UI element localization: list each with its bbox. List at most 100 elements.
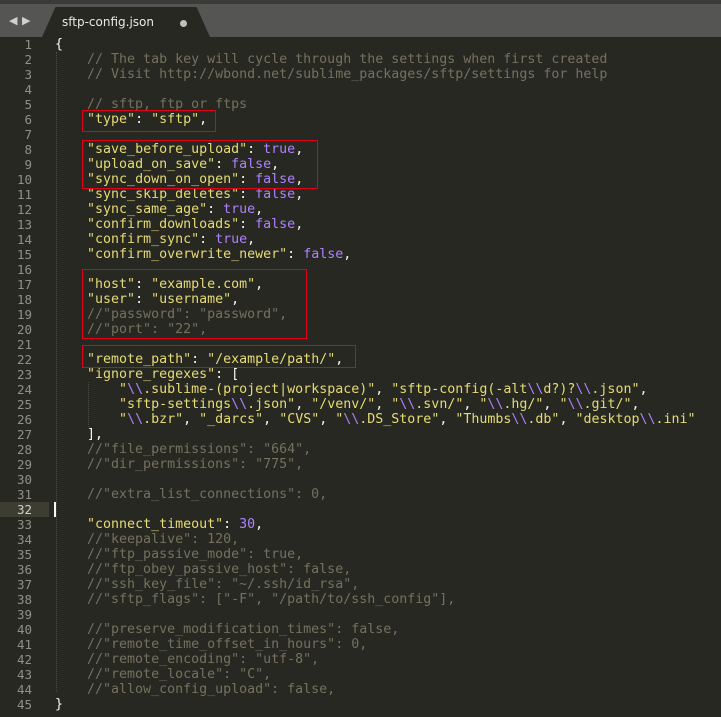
line-number: 15 [16, 247, 32, 262]
line-number: 20 [16, 322, 32, 337]
line-number: 37 [16, 577, 32, 592]
code-line[interactable]: 27 ], [0, 427, 721, 442]
code-line[interactable]: 23 "ignore_regexes": [ [0, 367, 721, 382]
highlight-box-credentials [82, 269, 307, 339]
line-number: 8 [24, 142, 32, 157]
line-number: 21 [16, 337, 32, 352]
line-number: 11 [16, 187, 32, 202]
line-number: 26 [16, 412, 32, 427]
code-text: //"ftp_obey_passive_host": false, [55, 562, 352, 577]
code-line[interactable]: 36 //"ftp_obey_passive_host": false, [0, 562, 721, 577]
code-line[interactable]: 2 // The tab key will cycle through the … [0, 52, 721, 67]
code-line[interactable]: 40 //"preserve_modification_times": fals… [0, 622, 721, 637]
code-line[interactable]: 43 //"remote_locale": "C", [0, 667, 721, 682]
code-line[interactable]: 34 //"keepalive": 120, [0, 532, 721, 547]
line-number: 42 [16, 652, 32, 667]
line-number: 29 [16, 457, 32, 472]
code-line[interactable]: 33 "connect_timeout": 30, [0, 517, 721, 532]
code-text: { [55, 37, 64, 52]
code-text: // The tab key will cycle through the se… [55, 52, 608, 67]
code-line[interactable]: 4 [0, 82, 721, 97]
unsaved-dot-icon[interactable] [180, 20, 187, 27]
line-number: 4 [24, 82, 32, 97]
code-line[interactable]: 37 //"ssh_key_file": "~/.ssh/id_rsa", [0, 577, 721, 592]
line-number: 39 [16, 607, 32, 622]
code-line[interactable]: 38 //"sftp_flags": ["-F", "/path/to/ssh_… [0, 592, 721, 607]
code-line[interactable]: 45} [0, 697, 721, 712]
text-cursor [54, 502, 56, 517]
code-text: //"dir_permissions": "775", [55, 457, 304, 472]
line-number: 2 [24, 52, 32, 67]
code-line[interactable]: 26 "\\.bzr", "_darcs", "CVS", "\\.DS_Sto… [0, 412, 721, 427]
code-line[interactable]: 42 //"remote_encoding": "utf-8", [0, 652, 721, 667]
line-number: 5 [24, 97, 32, 112]
tab-scroll-left-icon[interactable]: ◀ [9, 14, 17, 27]
line-number: 24 [16, 382, 32, 397]
line-number: 43 [16, 667, 32, 682]
code-line[interactable]: 11 "sync_skip_deletes": false, [0, 187, 721, 202]
code-text: ], [55, 427, 104, 442]
line-number: 6 [24, 112, 32, 127]
code-line[interactable]: 30 [0, 472, 721, 487]
tab-sftp-config[interactable]: sftp-config.json [42, 7, 210, 37]
code-line[interactable]: 28 //"file_permissions": "664", [0, 442, 721, 457]
line-number: 36 [16, 562, 32, 577]
highlight-box-type [82, 110, 216, 132]
code-text: //"keepalive": 120, [55, 532, 240, 547]
highlight-box-remote-path [82, 345, 356, 368]
indent-guide [88, 382, 89, 427]
code-text: //"sftp_flags": ["-F", "/path/to/ssh_con… [55, 592, 456, 607]
highlight-box-sync-options [82, 140, 318, 189]
line-number: 7 [24, 127, 32, 142]
code-text: //"remote_locale": "C", [55, 667, 272, 682]
line-number: 14 [16, 232, 32, 247]
code-line[interactable]: 31 //"extra_list_connections": 0, [0, 487, 721, 502]
code-line[interactable]: 24 "\\.sublime-(project|workspace)", "sf… [0, 382, 721, 397]
indent-guide [56, 52, 57, 692]
line-number: 9 [24, 157, 32, 172]
code-line[interactable]: 12 "sync_same_age": true, [0, 202, 721, 217]
code-text: "sftp-settings\\.json", "/venv/", "\\.sv… [119, 397, 640, 412]
code-text: //"preserve_modification_times": false, [55, 622, 400, 637]
code-line[interactable]: 14 "confirm_sync": true, [0, 232, 721, 247]
code-text: "ignore_regexes": [ [87, 367, 240, 382]
line-number: 38 [16, 592, 32, 607]
code-line[interactable]: 35 //"ftp_passive_mode": true, [0, 547, 721, 562]
line-number: 27 [16, 427, 32, 442]
code-line[interactable]: 41 //"remote_time_offset_in_hours": 0, [0, 637, 721, 652]
tab-bar: ◀ ▶ sftp-config.json [0, 0, 721, 37]
code-line[interactable]: 32 [0, 502, 721, 517]
code-text: //"remote_encoding": "utf-8", [55, 652, 320, 667]
tab-scroll-right-icon[interactable]: ▶ [22, 14, 30, 27]
code-line[interactable]: 44 //"allow_config_upload": false, [0, 682, 721, 697]
line-number: 31 [16, 487, 32, 502]
line-number: 16 [16, 262, 32, 277]
code-line[interactable]: 3 // Visit http://wbond.net/sublime_pack… [0, 67, 721, 82]
line-number: 33 [16, 517, 32, 532]
code-line[interactable]: 1{ [0, 37, 721, 52]
line-number: 40 [16, 622, 32, 637]
code-line[interactable]: 25 "sftp-settings\\.json", "/venv/", "\\… [0, 397, 721, 412]
code-text: "confirm_sync": true, [87, 232, 256, 247]
line-number: 1 [24, 37, 32, 52]
code-line[interactable]: 15 "confirm_overwrite_newer": false, [0, 247, 721, 262]
code-editor[interactable]: 1{2 // The tab key will cycle through th… [0, 37, 721, 712]
line-number: 10 [16, 172, 32, 187]
code-text: //"allow_config_upload": false, [55, 682, 336, 697]
line-number: 17 [16, 277, 32, 292]
code-line[interactable]: 29 //"dir_permissions": "775", [0, 457, 721, 472]
line-number: 45 [16, 697, 32, 712]
line-number: 19 [16, 307, 32, 322]
line-number: 3 [24, 67, 32, 82]
line-number: 25 [16, 397, 32, 412]
code-line[interactable]: 39 [0, 607, 721, 622]
code-text: //"remote_time_offset_in_hours": 0, [55, 637, 368, 652]
code-line[interactable]: 13 "confirm_downloads": false, [0, 217, 721, 232]
tab-title: sftp-config.json [62, 15, 154, 29]
code-text: "confirm_downloads": false, [87, 217, 304, 232]
line-number: 13 [16, 217, 32, 232]
line-number: 18 [16, 292, 32, 307]
line-number: 32 [16, 502, 32, 517]
code-text: "sync_skip_deletes": false, [87, 187, 304, 202]
code-text: "confirm_overwrite_newer": false, [87, 247, 352, 262]
